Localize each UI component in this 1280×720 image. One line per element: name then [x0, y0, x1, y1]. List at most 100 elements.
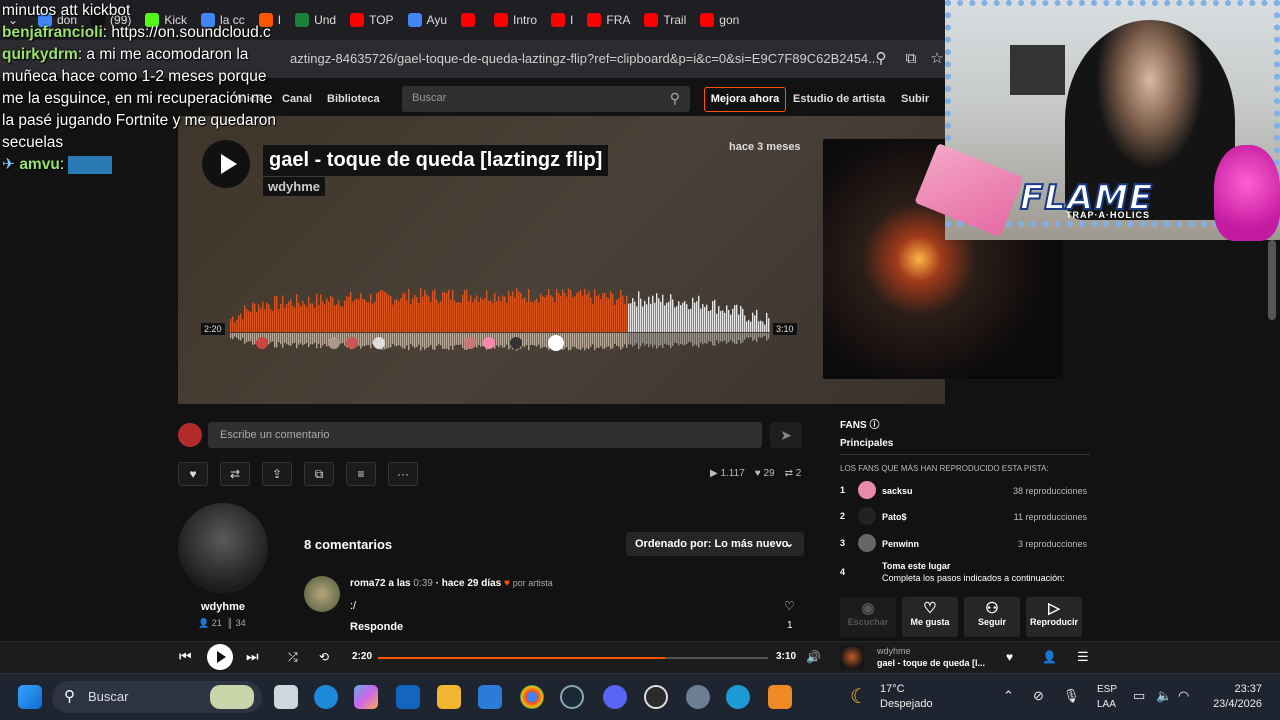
play-step-button[interactable]: ▷ Reproducir	[1026, 597, 1082, 637]
browser-tab[interactable]: TOP	[346, 6, 397, 34]
waveform-comment-avatar[interactable]	[328, 337, 340, 349]
next-icon[interactable]: ⏭	[246, 648, 259, 665]
copy-link-button[interactable]: ⧉	[304, 462, 334, 486]
comment-avatar[interactable]	[304, 576, 340, 612]
player-title[interactable]: gael - toque de queda [l...	[877, 658, 985, 668]
wifi-icon[interactable]: ◠	[1178, 688, 1189, 704]
fan-name[interactable]: sacksu	[882, 486, 913, 496]
clock-date[interactable]: 23/4/2026	[1198, 698, 1262, 710]
uploader-name[interactable]: wdyhme	[178, 601, 268, 613]
speaker-icon[interactable]: 🔈	[1156, 688, 1172, 704]
tray-chevron-icon[interactable]: ⌃	[1003, 688, 1014, 704]
nav-artist-studio[interactable]: Estudio de artista	[793, 93, 885, 105]
weather-desc[interactable]: Despejado	[880, 698, 933, 710]
microphone-icon[interactable]: 🎙	[1063, 688, 1080, 704]
repeat-icon[interactable]: ⟲	[319, 650, 329, 664]
tab-principales[interactable]: Principales	[840, 438, 893, 449]
clock-time[interactable]: 23:37	[1218, 683, 1262, 695]
discord-icon[interactable]	[603, 685, 627, 709]
browser-tab[interactable]: Und	[291, 6, 340, 34]
edge-icon[interactable]	[314, 685, 338, 709]
display-icon[interactable]: ▭	[1133, 688, 1145, 704]
waveform-bar	[342, 306, 344, 332]
fl-studio-icon[interactable]	[768, 685, 792, 709]
comment-user[interactable]: roma72	[350, 578, 386, 589]
follow-step-button[interactable]: ⚇ Seguir	[964, 597, 1020, 637]
comment-like-icon[interactable]: ♡	[784, 599, 795, 613]
waveform-comment-avatar[interactable]	[256, 337, 268, 349]
player-follow-icon[interactable]: 👤	[1042, 650, 1057, 664]
waveform-comment-avatar[interactable]	[483, 337, 495, 349]
waveform-reflection	[576, 333, 578, 349]
waveform[interactable]	[200, 280, 800, 360]
fan-row[interactable]: 2 Pato$ 11 reproducciones	[840, 507, 1090, 527]
share-button[interactable]: ⇪	[262, 462, 292, 486]
ccleaner-icon[interactable]	[726, 685, 750, 709]
more-button[interactable]: ···	[388, 462, 418, 486]
waveform-comment-avatar[interactable]	[464, 337, 476, 349]
fan-name[interactable]: Penwinn	[882, 539, 919, 549]
bookmark-star-icon[interactable]: ☆	[928, 50, 946, 68]
add-to-next-button[interactable]: ≡	[346, 462, 376, 486]
url-field[interactable]: aztingz-84635726/gael-toque-de-queda-laz…	[290, 51, 879, 66]
upgrade-button[interactable]: Mejora ahora	[704, 87, 786, 112]
comment-timestamp[interactable]: 0:39	[413, 578, 432, 589]
waveform-comment-avatar[interactable]	[373, 337, 385, 349]
browser-tab[interactable]	[457, 6, 484, 34]
player-artist[interactable]: wdyhme	[877, 646, 911, 656]
open-in-app-icon[interactable]: ⧉	[902, 50, 920, 68]
scrollbar[interactable]	[1268, 240, 1276, 320]
obs-icon[interactable]	[644, 685, 668, 709]
weather-temp[interactable]: 17°C	[880, 683, 905, 695]
keyboard-layout[interactable]: LAA	[1097, 699, 1116, 710]
shuffle-icon[interactable]: ⤮	[288, 650, 298, 665]
fan-row[interactable]: 1 sacksu 38 reproducciones	[840, 481, 1090, 501]
task-view-icon[interactable]	[274, 685, 298, 709]
player-play-button[interactable]	[207, 644, 233, 670]
search-icon[interactable]: ⚲	[670, 90, 680, 107]
windows-start-icon[interactable]	[18, 685, 42, 709]
network-off-icon[interactable]: ⊘	[1033, 688, 1044, 704]
volume-icon[interactable]: 🔊	[806, 650, 821, 664]
track-artist[interactable]: wdyhme	[263, 177, 326, 196]
file-explorer-icon[interactable]	[437, 685, 461, 709]
nav-library[interactable]: Biblioteca	[327, 93, 380, 105]
settings-gear-icon[interactable]	[686, 685, 710, 709]
search-input[interactable]: Buscar ⚲	[402, 86, 690, 112]
queue-list-icon[interactable]: ☰	[1077, 649, 1089, 665]
sort-dropdown[interactable]: Ordenado por: Lo más nuevo ⌄	[626, 532, 804, 556]
repost-button[interactable]: ⇄	[220, 462, 250, 486]
like-step-button[interactable]: ♡ Me gusta	[902, 597, 958, 637]
language-code[interactable]: ESP	[1097, 684, 1117, 695]
taskbar-search[interactable]: ⚲	[52, 681, 262, 713]
browser-tab[interactable]: Intro	[490, 6, 541, 34]
zoom-icon[interactable]: ⚲	[872, 50, 890, 68]
comment-input[interactable]: Escribe un comentario	[208, 422, 762, 448]
fan-name[interactable]: Pato$	[882, 512, 907, 522]
send-comment-icon[interactable]: ➤	[770, 422, 802, 448]
nav-upload[interactable]: Subir	[901, 93, 929, 105]
browser-tab[interactable]: I	[547, 6, 577, 34]
browser-tab[interactable]: Ayu	[404, 6, 451, 34]
player-like-icon[interactable]: ♥	[1006, 650, 1013, 664]
player-artwork[interactable]	[840, 645, 864, 669]
player-progress[interactable]	[378, 657, 768, 659]
outlook-icon[interactable]	[396, 685, 420, 709]
copilot-icon[interactable]	[354, 685, 378, 709]
previous-icon[interactable]: ⏮	[179, 648, 192, 665]
like-button[interactable]: ♥	[178, 462, 208, 486]
browser-tab[interactable]: Trail	[640, 6, 690, 34]
uploader-avatar[interactable]	[178, 503, 268, 593]
waveform-comment-avatar[interactable]	[346, 337, 358, 349]
waveform-comment-avatar[interactable]	[510, 337, 522, 349]
browser-tab[interactable]: FRA	[583, 6, 634, 34]
fan-row[interactable]: 3 Penwinn 3 reproducciones	[840, 534, 1090, 554]
steam-icon[interactable]	[560, 685, 584, 709]
browser-tab[interactable]: gon	[696, 6, 743, 34]
info-icon[interactable]: ⓘ	[869, 420, 879, 431]
chrome-icon[interactable]	[520, 685, 544, 709]
reply-button[interactable]: Responde	[350, 621, 403, 633]
waveform-playhead[interactable]	[548, 335, 564, 351]
store-icon[interactable]	[478, 685, 502, 709]
weather-moon-icon[interactable]: ☾	[850, 684, 868, 709]
